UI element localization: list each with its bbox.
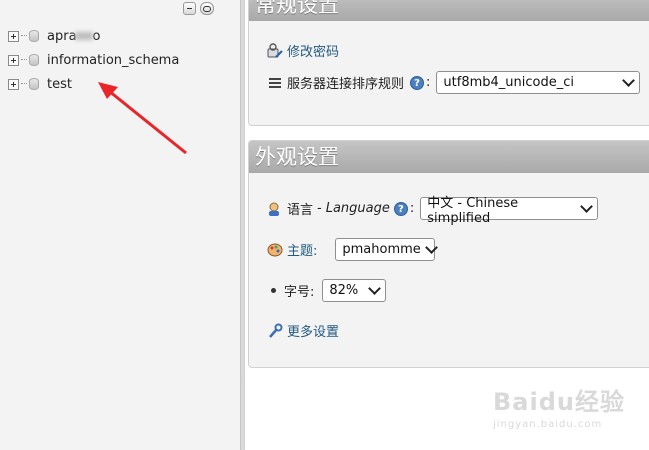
- language-separator: -: [317, 201, 322, 216]
- wrench-icon: [269, 323, 283, 338]
- chevron-down-icon: [622, 74, 636, 87]
- theme-palette-icon: [267, 243, 283, 256]
- theme-select[interactable]: pmahomme: [335, 238, 438, 261]
- watermark-logo-text: Baidu经验: [493, 388, 625, 416]
- change-password-link[interactable]: 修改密码: [287, 41, 339, 60]
- expand-icon[interactable]: [8, 30, 19, 42]
- expand-icon[interactable]: [8, 78, 19, 90]
- language-select[interactable]: 中文 - Chinese simplified: [420, 196, 599, 226]
- font-size-select[interactable]: 82%: [322, 279, 387, 302]
- database-icon: [29, 54, 39, 66]
- tree-connector: [21, 35, 27, 37]
- font-size-label: 字号:: [284, 285, 315, 300]
- selected-value: utf8mb4_unicode_ci: [443, 75, 574, 90]
- navigation-panel: apra o information_schema test: [0, 0, 240, 450]
- language-row: 语言 - Language ? : 中文 - Chinese simplifie…: [267, 196, 599, 226]
- panel-resize-handle[interactable]: [240, 0, 245, 450]
- redacted-text-mask: [74, 32, 93, 40]
- bullet-icon: [271, 288, 276, 293]
- language-label: 语言: [287, 203, 314, 218]
- general-settings-panel: 常规设置 修改密码 服务器连接排序规则 ? : utf8mb4_unicode_…: [248, 0, 649, 126]
- chevron-down-icon: [424, 241, 438, 254]
- tree-connector: [21, 59, 27, 61]
- database-name[interactable]: test: [47, 77, 72, 92]
- help-icon[interactable]: ?: [410, 75, 425, 90]
- server-collation-label: 服务器连接排序规则: [287, 77, 405, 92]
- watermark: Baidu经验 jingyan.baidu.com: [493, 382, 625, 430]
- collation-list-icon: [269, 77, 281, 88]
- appearance-settings-panel: 外观设置 语言 - Language ? : 中文 - Chinese simp…: [248, 140, 649, 368]
- language-label-english: Language: [325, 201, 390, 216]
- navigation-toolbar: [183, 2, 214, 15]
- more-settings-row: 更多设置: [267, 321, 339, 340]
- general-settings-title: 常规设置: [249, 0, 649, 21]
- database-icon: [29, 30, 39, 42]
- colon-separator: :: [409, 201, 415, 216]
- database-name[interactable]: apra o: [47, 29, 101, 44]
- theme-row: 主题: pmahomme: [267, 238, 438, 261]
- collapse-all-icon[interactable]: [183, 2, 196, 15]
- font-size-row: 字号: 82%: [267, 279, 387, 302]
- database-name[interactable]: information_schema: [47, 53, 179, 68]
- link-with-main-panel-icon[interactable]: [200, 2, 214, 15]
- annotation-arrow-icon: [98, 82, 187, 155]
- selected-value: pmahomme: [342, 242, 421, 257]
- database-item-apramo[interactable]: apra o: [8, 24, 179, 48]
- server-collation-row: 服务器连接排序规则 ? : utf8mb4_unicode_ci: [267, 71, 641, 94]
- database-icon: [29, 78, 39, 90]
- selected-value: 中文 - Chinese simplified: [427, 195, 519, 226]
- theme-label[interactable]: 主题:: [287, 240, 317, 259]
- password-edit-icon: [267, 42, 283, 58]
- expand-icon[interactable]: [8, 54, 19, 66]
- more-settings-link[interactable]: 更多设置: [287, 321, 339, 340]
- chevron-down-icon: [580, 200, 594, 213]
- database-item-information-schema[interactable]: information_schema: [8, 48, 179, 72]
- selected-value: 82%: [329, 283, 359, 298]
- tree-connector: [21, 83, 27, 85]
- server-collation-select[interactable]: utf8mb4_unicode_ci: [436, 71, 641, 94]
- chevron-down-icon: [368, 282, 382, 295]
- watermark-url: jingyan.baidu.com: [493, 419, 603, 430]
- help-icon[interactable]: ?: [393, 201, 408, 216]
- appearance-settings-title: 外观设置: [249, 141, 649, 173]
- change-password-row: 修改密码: [267, 41, 339, 60]
- colon-separator: :: [426, 75, 431, 90]
- language-icon: [269, 202, 279, 216]
